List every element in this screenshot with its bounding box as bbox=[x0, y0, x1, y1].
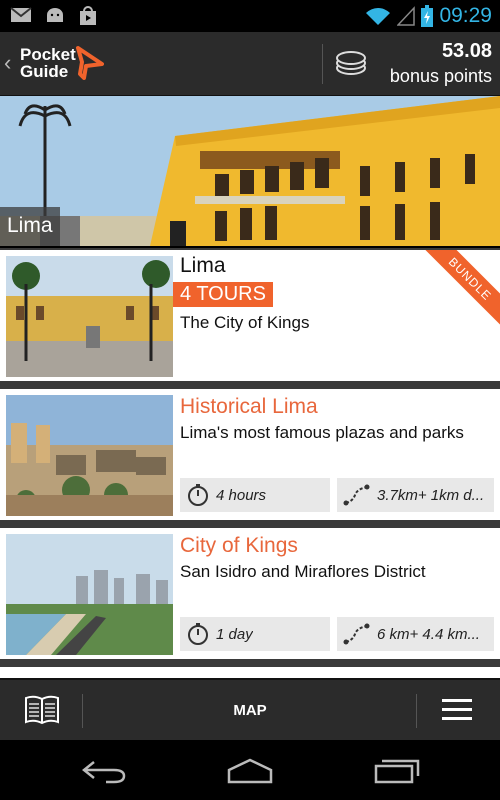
menu-icon[interactable] bbox=[442, 698, 472, 722]
gmail-icon bbox=[10, 7, 32, 22]
status-time: 09:29 bbox=[439, 4, 492, 27]
back-icon[interactable] bbox=[80, 758, 128, 784]
coins-icon[interactable] bbox=[334, 46, 368, 80]
card-thumbnail bbox=[6, 256, 173, 377]
stopwatch-icon bbox=[188, 484, 208, 506]
duration-text: 4 hours bbox=[216, 486, 267, 504]
distance-text: 3.7km+ 1km d... bbox=[377, 486, 485, 504]
tour-list[interactable]: Lima 4 TOURS The City of Kings BUNDLE Hi… bbox=[0, 248, 500, 678]
hero-banner[interactable]: Lima bbox=[0, 96, 500, 246]
logo-arrow-icon bbox=[76, 46, 104, 80]
map-button[interactable]: MAP bbox=[0, 702, 500, 719]
shopping-bag-icon bbox=[80, 6, 96, 25]
card-subtitle: The City of Kings bbox=[180, 313, 310, 332]
card-subtitle: San Isidro and Miraflores District bbox=[180, 562, 426, 581]
card-title: Historical Lima bbox=[180, 395, 318, 418]
distance-text: 6 km+ 4.4 km... bbox=[377, 625, 480, 643]
list-item[interactable] bbox=[0, 667, 500, 678]
wifi-icon bbox=[366, 8, 391, 25]
signal-icon bbox=[397, 6, 416, 26]
android-icon bbox=[47, 8, 63, 22]
system-nav-bar bbox=[0, 740, 500, 800]
duration-chip: 1 day bbox=[180, 617, 330, 651]
logo-line1: Pocket bbox=[20, 45, 76, 64]
back-chevron-icon[interactable]: ‹ bbox=[4, 50, 11, 76]
list-item[interactable]: Historical Lima Lima's most famous plaza… bbox=[0, 389, 500, 520]
card-title: Lima bbox=[180, 254, 226, 277]
route-icon bbox=[343, 484, 370, 506]
logo-line2: Guide bbox=[20, 62, 69, 81]
list-item[interactable]: Lima 4 TOURS The City of Kings BUNDLE bbox=[0, 250, 500, 381]
app-header: ‹ Pocket Guide 53.08 bonus points bbox=[0, 32, 500, 96]
duration-text: 1 day bbox=[216, 625, 253, 643]
distance-chip: 6 km+ 4.4 km... bbox=[337, 617, 494, 651]
header-divider bbox=[322, 44, 323, 84]
tours-badge: 4 TOURS bbox=[173, 282, 273, 307]
pocket-guide-logo[interactable]: Pocket Guide bbox=[20, 44, 110, 84]
list-item[interactable]: City of Kings San Isidro and Miraflores … bbox=[0, 528, 500, 659]
recents-icon[interactable] bbox=[374, 758, 422, 784]
bundle-ribbon: BUNDLE bbox=[419, 250, 500, 330]
route-icon bbox=[343, 623, 370, 645]
distance-chip: 3.7km+ 1km d... bbox=[337, 478, 494, 512]
card-thumbnail bbox=[6, 534, 173, 655]
stopwatch-icon bbox=[188, 623, 208, 645]
status-bar: 09:29 bbox=[0, 0, 500, 32]
lima-cathedral-photo bbox=[0, 96, 500, 246]
duration-chip: 4 hours bbox=[180, 478, 330, 512]
bonus-points-value: 53.08 bbox=[441, 40, 492, 62]
card-thumbnail bbox=[6, 395, 173, 516]
bottom-action-bar: MAP bbox=[0, 678, 500, 740]
card-subtitle: Lima's most famous plazas and parks bbox=[180, 423, 464, 442]
battery-charging-icon bbox=[421, 5, 434, 27]
home-icon[interactable] bbox=[226, 758, 274, 784]
hero-city-label: Lima bbox=[0, 207, 60, 246]
bonus-points-label: bonus points bbox=[389, 66, 492, 86]
bottom-divider bbox=[416, 694, 417, 728]
card-title: City of Kings bbox=[180, 534, 298, 557]
